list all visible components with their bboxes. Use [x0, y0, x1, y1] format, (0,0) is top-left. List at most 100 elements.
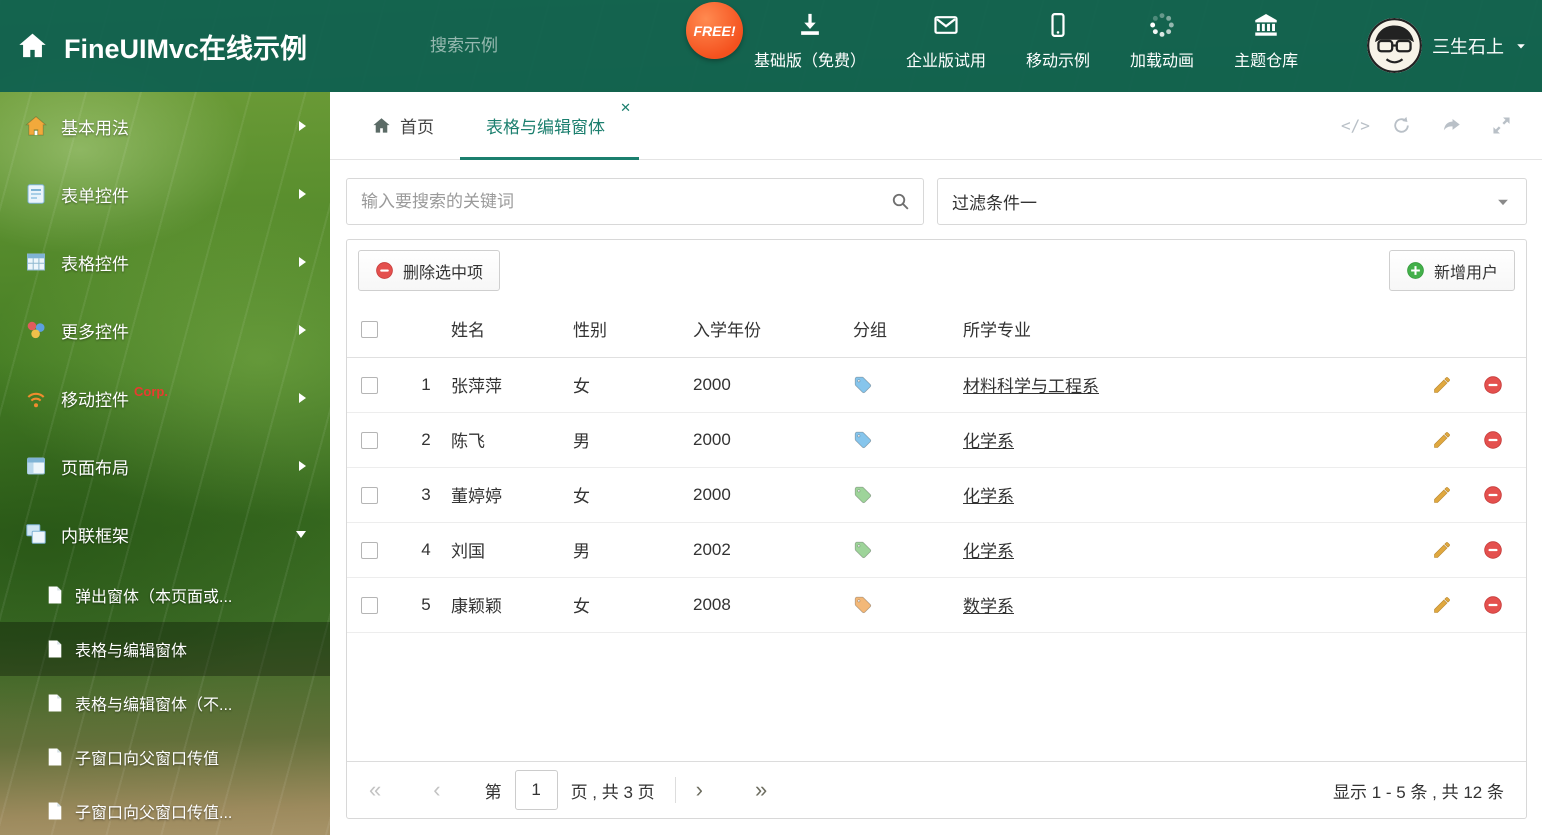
- major-link[interactable]: 化学系: [963, 432, 1014, 451]
- header-nav-item[interactable]: 主题仓库: [1234, 11, 1298, 71]
- table-row: 2 陈飞 男 2000 化学系: [347, 412, 1526, 468]
- delete-icon[interactable]: [1483, 540, 1503, 560]
- row-checkbox[interactable]: [361, 596, 378, 614]
- sidebar-item[interactable]: 移动控件 Corp.: [0, 364, 330, 432]
- sidebar-item[interactable]: 内联框架: [0, 500, 330, 568]
- row-checkbox[interactable]: [361, 431, 378, 449]
- cell-actions: [1406, 357, 1526, 413]
- layout-icon: [24, 454, 48, 478]
- cell-group: [853, 412, 963, 468]
- frames-icon: [24, 522, 48, 546]
- table-header-row: 姓名 性别 入学年份 分组 所学专业: [347, 301, 1526, 358]
- chevron-icon: [299, 189, 306, 199]
- delete-icon[interactable]: [1483, 485, 1503, 505]
- chevron-icon: [296, 530, 306, 538]
- tag-icon: [853, 485, 873, 505]
- major-link[interactable]: 数学系: [963, 597, 1014, 616]
- content: 过滤条件一 删除选中项 新增用户: [330, 160, 1542, 819]
- expand-icon[interactable]: [1491, 115, 1512, 136]
- form-icon: [24, 182, 48, 206]
- cell-gender: 女: [573, 467, 693, 523]
- chevron-icon: [299, 257, 306, 267]
- edit-icon[interactable]: [1432, 595, 1452, 615]
- sidebar-subitem-label: 表格与编辑窗体: [75, 643, 188, 660]
- row-checkbox[interactable]: [361, 541, 378, 559]
- edit-icon[interactable]: [1432, 430, 1452, 450]
- add-user-button[interactable]: 新增用户: [1388, 250, 1515, 291]
- user-menu[interactable]: 三生石上: [1367, 18, 1528, 73]
- mobile-icon: [1044, 11, 1072, 39]
- delete-icon[interactable]: [1483, 430, 1503, 450]
- select-all-checkbox[interactable]: [361, 320, 378, 338]
- delete-selected-button[interactable]: 删除选中项: [358, 250, 501, 291]
- row-checkbox[interactable]: [361, 376, 378, 394]
- tag-icon: [853, 430, 873, 450]
- sidebar-subitem-label: 弹出窗体（本页面或...: [75, 589, 233, 606]
- major-link[interactable]: 化学系: [963, 542, 1014, 561]
- filter-selected-value: 过滤条件一: [952, 194, 1037, 213]
- header-nav: 基础版（免费） 企业版试用 移动示例 加载动画 主题仓库: [754, 11, 1298, 71]
- share-icon[interactable]: [1441, 115, 1462, 136]
- header-nav-item[interactable]: 企业版试用: [906, 11, 986, 71]
- search-icon[interactable]: [890, 191, 911, 212]
- sidebar-item-label: 页面布局: [61, 458, 129, 478]
- cell-actions: [1406, 412, 1526, 468]
- file-icon: [46, 639, 64, 659]
- delete-icon[interactable]: [1483, 595, 1503, 615]
- avatar[interactable]: [1367, 18, 1422, 73]
- sidebar-item-label: 表格控件: [61, 254, 129, 274]
- code-icon[interactable]: </>: [1341, 115, 1370, 136]
- refresh-icon[interactable]: [1391, 115, 1412, 136]
- row-checkbox[interactable]: [361, 486, 378, 504]
- sidebar-subitem[interactable]: 表格与编辑窗体（不...: [0, 676, 330, 730]
- sidebar-subitem[interactable]: 子窗口向父窗口传值: [0, 730, 330, 784]
- sidebar-item[interactable]: 表格控件: [0, 228, 330, 296]
- cell-major: 材料科学与工程系: [963, 357, 1406, 413]
- edit-icon[interactable]: [1432, 485, 1452, 505]
- sidebar-item[interactable]: 页面布局: [0, 432, 330, 500]
- add-button-label: 新增用户: [1433, 264, 1498, 282]
- delete-icon[interactable]: [1483, 375, 1503, 395]
- cell-actions: [1406, 577, 1526, 633]
- page-number-input[interactable]: [514, 770, 558, 810]
- cell-major: 化学系: [963, 467, 1406, 523]
- home-icon[interactable]: [17, 30, 48, 61]
- page-prefix-label: 第: [484, 782, 502, 802]
- first-page-icon[interactable]: «: [369, 779, 381, 801]
- column-header: 分组: [853, 301, 963, 358]
- keyword-search-input[interactable]: [361, 191, 890, 212]
- sidebar-item[interactable]: 基本用法: [0, 92, 330, 160]
- tab-grid-edit-window[interactable]: 表格与编辑窗体 ✕: [460, 92, 639, 160]
- major-link[interactable]: 化学系: [963, 487, 1014, 506]
- user-table: 姓名 性别 入学年份 分组 所学专业 1 张萍萍 女 2000 材料科学与工程系…: [347, 301, 1526, 633]
- sidebar-subitem[interactable]: 表格与编辑窗体: [0, 622, 330, 676]
- sidebar-item[interactable]: 表单控件: [0, 160, 330, 228]
- table-row: 1 张萍萍 女 2000 材料科学与工程系: [347, 357, 1526, 413]
- column-header-actions: [1406, 301, 1526, 358]
- cell-gender: 男: [573, 522, 693, 578]
- prev-page-icon[interactable]: ‹: [433, 779, 440, 801]
- cell-actions: [1406, 467, 1526, 523]
- top-header: FineUIMvc在线示例 FREE! 基础版（免费） 企业版试用: [0, 0, 1542, 92]
- header-search-input[interactable]: [430, 36, 651, 56]
- header-nav-item[interactable]: 加载动画: [1130, 11, 1194, 71]
- delete-icon: [375, 261, 394, 280]
- header-nav-item[interactable]: 基础版（免费）: [754, 11, 866, 71]
- edit-icon[interactable]: [1432, 540, 1452, 560]
- sidebar-subitem[interactable]: 子窗口向父窗口传值...: [0, 784, 330, 835]
- home-icon: [372, 116, 391, 135]
- column-header: 所学专业: [963, 301, 1406, 358]
- column-header: 姓名: [451, 301, 573, 358]
- major-link[interactable]: 材料科学与工程系: [963, 377, 1099, 396]
- cell-name: 刘国: [451, 522, 573, 578]
- sidebar-subitem[interactable]: 弹出窗体（本页面或...: [0, 568, 330, 622]
- close-icon[interactable]: ✕: [620, 101, 631, 114]
- last-page-icon[interactable]: »: [755, 779, 767, 801]
- next-page-icon[interactable]: ›: [696, 779, 703, 801]
- sidebar-item[interactable]: 更多控件: [0, 296, 330, 364]
- edit-icon[interactable]: [1432, 375, 1452, 395]
- download-icon: [796, 11, 824, 39]
- header-nav-item[interactable]: 移动示例: [1026, 11, 1090, 71]
- tab-home[interactable]: 首页: [346, 92, 460, 159]
- filter-select[interactable]: 过滤条件一: [937, 178, 1527, 225]
